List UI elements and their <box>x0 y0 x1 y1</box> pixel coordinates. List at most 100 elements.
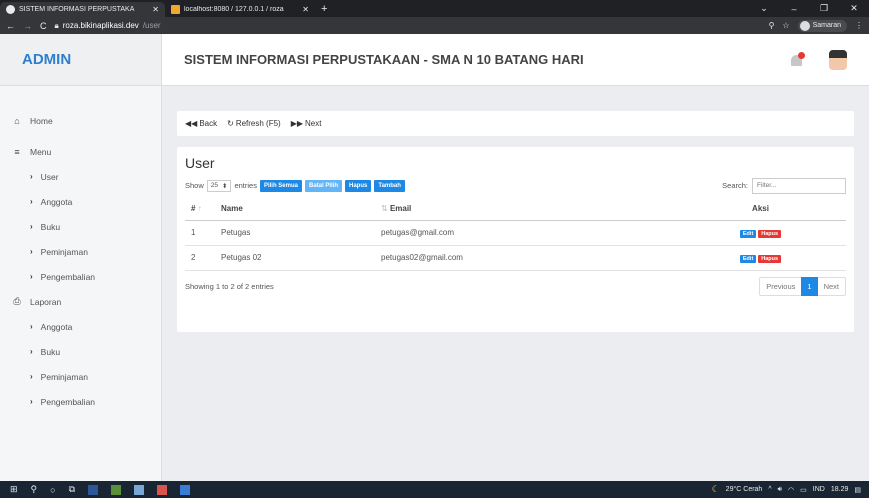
app-icon[interactable] <box>134 484 145 495</box>
column-header-aksi[interactable]: Aksi <box>675 198 846 221</box>
table-row[interactable]: 1 Petugas petugas@gmail.com Edit Hapus <box>185 220 846 246</box>
cortana-icon[interactable]: ○ <box>50 485 55 495</box>
search-input[interactable] <box>752 177 846 194</box>
sidebar-item-label: Anggota <box>40 196 73 207</box>
sidebar-item-label: Pengembalian <box>40 396 96 407</box>
sidebar-item-label: Buku <box>40 221 61 232</box>
table-row[interactable]: 2 Petugas 02 petugas02@gmail.com Edit Hap… <box>185 245 846 271</box>
chevron-right-icon: › <box>30 322 33 331</box>
brand-logo[interactable]: ADMIN <box>0 34 162 86</box>
sidebar-item-buku[interactable]: › Buku <box>0 214 161 239</box>
app-icon[interactable] <box>111 484 122 495</box>
close-tab-icon[interactable]: ✕ <box>302 5 309 14</box>
restore-icon[interactable]: ❐ <box>809 3 839 14</box>
delete-button[interactable]: Hapus <box>758 255 782 263</box>
edit-button[interactable]: Edit <box>739 230 757 238</box>
task-view-icon[interactable]: ⧉ <box>69 484 75 495</box>
chevron-right-icon: › <box>30 247 33 256</box>
card-title: User <box>185 155 215 171</box>
forward-arrow-icon[interactable]: → <box>23 21 32 31</box>
pilih-semua-button[interactable]: Pilih Semua <box>259 179 302 192</box>
chevron-right-icon: › <box>30 222 33 231</box>
table-header-row: # ↑ Name ⇅ Email Aksi <box>185 198 846 221</box>
sidebar-item-peminjaman[interactable]: › Peminjaman <box>0 239 161 264</box>
new-tab-button[interactable]: + <box>315 2 333 17</box>
browser-tab-bar: SISTEM INFORMASI PERPUSTAKA ✕ localhost:… <box>0 0 869 17</box>
browser-tab-inactive[interactable]: localhost:8080 / 127.0.0.1 / roza ✕ <box>165 2 315 17</box>
app-icon[interactable] <box>180 484 191 495</box>
next-button[interactable]: ▶▶ Next <box>291 119 322 128</box>
clock[interactable]: 18.29 <box>831 486 849 493</box>
chevron-right-icon: › <box>30 272 33 281</box>
pagination-next[interactable]: Next <box>818 277 845 296</box>
sidebar-item-home[interactable]: ⌂ Home <box>0 108 161 133</box>
edit-button[interactable]: Edit <box>739 255 757 263</box>
sidebar-item-user[interactable]: › User <box>0 164 161 189</box>
column-header-email[interactable]: ⇅ Email <box>375 198 675 221</box>
top-bar: SISTEM INFORMASI PERPUSTAKAAN - SMA N 10… <box>162 34 869 86</box>
sort-icon: ⇅ <box>381 204 388 214</box>
table-footer: Showing 1 to 2 of 2 entries Previous 1 N… <box>185 276 846 296</box>
notification-icon[interactable]: ▤ <box>854 486 861 494</box>
back-button[interactable]: ◀◀ Back <box>185 119 217 128</box>
search-icon[interactable]: ⚲ <box>31 484 38 495</box>
volume-icon[interactable]: 🔊︎ <box>778 486 782 494</box>
chevron-up-icon[interactable]: ^ <box>768 486 771 493</box>
language-indicator[interactable]: IND <box>813 486 825 493</box>
refresh-button[interactable]: ↻ Refresh (F5) <box>227 119 281 128</box>
reload-icon[interactable]: C <box>40 21 47 31</box>
profile-name: Samaran <box>812 22 841 29</box>
row-name: Petugas 02 <box>215 245 375 271</box>
app-icon[interactable] <box>157 484 168 495</box>
delete-button[interactable]: Hapus <box>758 230 782 238</box>
word-icon[interactable] <box>88 484 99 495</box>
sidebar-item-menu[interactable]: ≡ Menu <box>0 139 161 164</box>
tambah-button[interactable]: Tambah <box>374 179 405 192</box>
menu-icon: ≡ <box>14 146 20 157</box>
sort-icon: ↑ <box>197 204 202 214</box>
weather-text[interactable]: 29°C Cerah <box>726 486 763 493</box>
sidebar-item-laporan-peminjaman[interactable]: › Peminjaman <box>0 364 161 389</box>
sidebar-item-laporan-buku[interactable]: › Buku <box>0 339 161 364</box>
chevron-right-icon: › <box>30 347 33 356</box>
notification-bell-icon[interactable] <box>791 51 805 68</box>
close-window-icon[interactable]: ✕ <box>839 3 869 14</box>
minimize-icon[interactable]: – <box>779 4 809 14</box>
system-tray: ☾ 29°C Cerah ^ 🔊︎ ◠ ▭ IND 18.29 ▤ <box>712 484 869 495</box>
sidebar-item-pengembalian[interactable]: › Pengembalian <box>0 264 161 289</box>
profile-button[interactable]: Samaran <box>797 19 847 32</box>
toolbar: ◀◀ Back ↻ Refresh (F5) ▶▶ Next <box>177 111 854 136</box>
tab-title: SISTEM INFORMASI PERPUSTAKA <box>19 6 135 13</box>
sidebar-item-laporan-pengembalian[interactable]: › Pengembalian <box>0 389 161 414</box>
pagination-page-1[interactable]: 1 <box>801 276 818 296</box>
back-arrow-icon[interactable]: ← <box>6 21 15 31</box>
sidebar-item-laporan[interactable]: ⎙ Laporan <box>0 289 161 314</box>
star-icon[interactable]: ☆ <box>782 21 789 30</box>
windows-start-icon[interactable]: ⊞ <box>10 484 18 495</box>
sidebar-item-anggota[interactable]: › Anggota <box>0 189 161 214</box>
batal-pilih-button[interactable]: Batal Pilih <box>304 179 342 192</box>
hapus-button[interactable]: Hapus <box>345 179 372 192</box>
row-email: petugas02@gmail.com <box>375 245 675 271</box>
url-field[interactable]: 🔒︎ roza.bikinaplikasi.dev/user <box>55 21 161 31</box>
column-header-number[interactable]: # ↑ <box>185 198 215 221</box>
sidebar: ⌂ Home ≡ Menu › User › Anggota › Buku › … <box>0 86 162 481</box>
avatar[interactable] <box>829 49 847 70</box>
wifi-icon[interactable]: ◠ <box>788 486 794 494</box>
entries-select[interactable]: 25 ⬍ <box>206 179 232 192</box>
zoom-icon[interactable]: ⚲ <box>769 21 775 30</box>
column-header-name[interactable]: Name <box>215 198 375 221</box>
browser-tab-active[interactable]: SISTEM INFORMASI PERPUSTAKA ✕ <box>0 2 165 17</box>
close-tab-icon[interactable]: ✕ <box>152 5 159 14</box>
refresh-icon: ↻ <box>227 119 234 128</box>
battery-icon[interactable]: ▭ <box>800 486 807 494</box>
next-label: Next <box>305 119 322 128</box>
sidebar-item-laporan-anggota[interactable]: › Anggota <box>0 314 161 339</box>
row-number: 2 <box>185 245 215 271</box>
lock-icon: 🔒︎ <box>54 20 59 30</box>
chevron-right-icon: › <box>30 197 33 206</box>
weather-moon-icon: ☾ <box>711 484 720 494</box>
more-icon[interactable]: ⋮ <box>855 21 863 30</box>
pagination-previous[interactable]: Previous <box>760 277 801 296</box>
chevron-down-icon[interactable]: ⌄ <box>749 3 779 14</box>
